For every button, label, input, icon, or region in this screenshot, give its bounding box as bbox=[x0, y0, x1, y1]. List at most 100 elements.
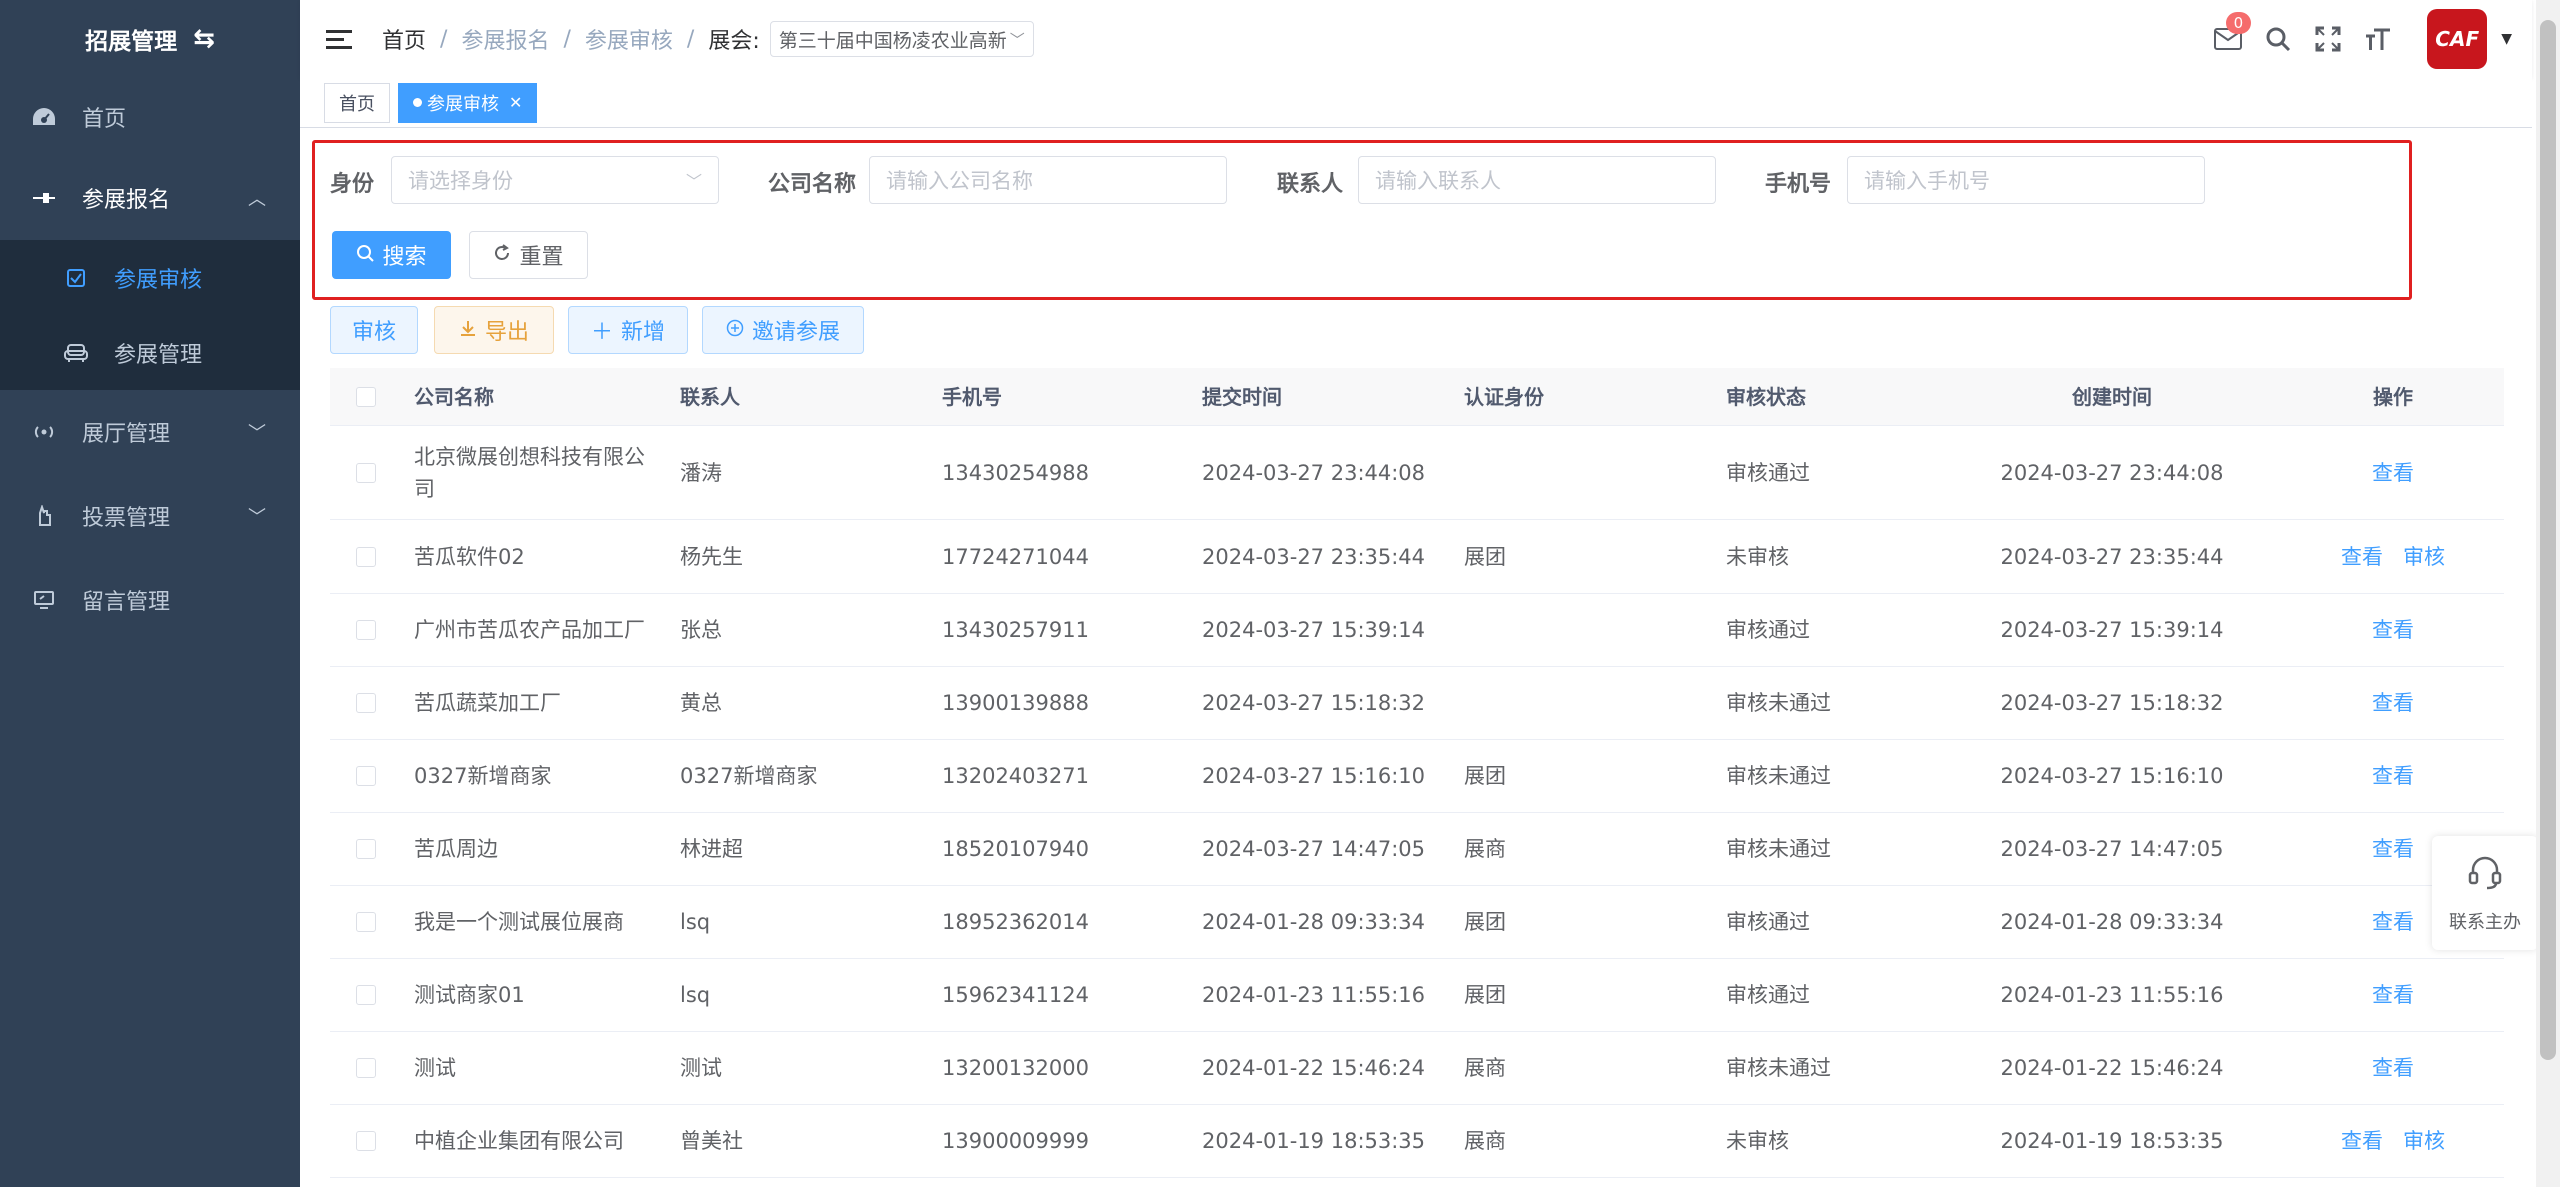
contact-organizer-label: 联系主办 bbox=[2449, 912, 2521, 933]
cell-status: 审核通过 bbox=[1726, 460, 1810, 485]
invite-button[interactable]: 邀请参展 bbox=[702, 306, 864, 354]
row-checkbox[interactable] bbox=[356, 620, 376, 640]
tag-audit[interactable]: 参展审核 ✕ bbox=[398, 82, 538, 123]
row-checkbox[interactable] bbox=[356, 839, 376, 859]
row-checkbox[interactable] bbox=[356, 766, 376, 786]
company-placeholder: 请输入公司名称 bbox=[886, 169, 1033, 193]
search-icon[interactable] bbox=[2253, 26, 2303, 52]
active-dot bbox=[413, 98, 422, 107]
contact-input[interactable]: 请输入联系人 bbox=[1358, 156, 1716, 204]
chevron-down-icon: ﹀ bbox=[685, 172, 702, 191]
row-checkbox[interactable] bbox=[356, 1058, 376, 1078]
company-input[interactable]: 请输入公司名称 bbox=[869, 156, 1227, 204]
cell-status: 审核通过 bbox=[1726, 910, 1810, 934]
view-link[interactable]: 查看 bbox=[2341, 545, 2383, 569]
cell-created: 2024-01-23 11:55:16 bbox=[2000, 983, 2224, 1007]
cell-company: 测试商家01 bbox=[414, 983, 525, 1007]
sidebar-item-exhibit-manage[interactable]: 参展管理 bbox=[0, 315, 300, 390]
plus-circle-icon bbox=[726, 318, 744, 343]
view-link[interactable]: 查看 bbox=[2341, 1129, 2383, 1153]
view-link[interactable]: 查看 bbox=[2372, 910, 2414, 934]
view-link[interactable]: 查看 bbox=[2372, 618, 2414, 642]
view-link[interactable]: 查看 bbox=[2372, 837, 2414, 861]
add-button-label: 新增 bbox=[621, 320, 666, 345]
cell-phone: 18520107940 bbox=[942, 837, 1089, 861]
phone-label: 手机号 bbox=[1765, 172, 1832, 197]
avatar[interactable]: CAF bbox=[2427, 9, 2488, 69]
select-all-checkbox[interactable] bbox=[356, 386, 376, 407]
sidebar-item-label: 参展报名 bbox=[82, 188, 171, 213]
scrollbar-thumb[interactable] bbox=[2540, 20, 2556, 1060]
cell-created: 2024-01-28 09:33:34 bbox=[2000, 910, 2224, 934]
audit-button[interactable]: 审核 bbox=[330, 306, 418, 354]
header-actions: 操作 bbox=[2373, 384, 2413, 409]
table-row: 0327新增商家 0327新增商家 13202403271 2024-03-27 15… bbox=[330, 740, 2504, 813]
phone-input[interactable]: 请输入手机号 bbox=[1847, 156, 2205, 204]
sidebar-item-registration[interactable]: 参展报名 ︿ bbox=[0, 156, 300, 240]
row-checkbox[interactable] bbox=[356, 985, 376, 1005]
contact-placeholder: 请输入联系人 bbox=[1375, 169, 1501, 193]
table-row: 测试 测试 13200132000 2024-01-22 15:46:24 展商 审核未通… bbox=[330, 1032, 2504, 1105]
view-link[interactable]: 查看 bbox=[2372, 764, 2414, 788]
add-button[interactable]: ＋ 新增 bbox=[568, 306, 688, 354]
cell-company: 测试 bbox=[414, 1056, 456, 1080]
cell-contact: 测试 bbox=[680, 1056, 722, 1080]
navbar: 首页 / 参展报名 / 参展审核 / 展会: 第三十届中国杨凌农业高新 ﹀ 0 … bbox=[300, 0, 2532, 78]
cell-submit-time: 2024-03-27 15:39:14 bbox=[1202, 618, 1426, 642]
cell-identity: 展商 bbox=[1464, 1056, 1506, 1080]
sidebar-header[interactable]: 招展管理 ⇆ bbox=[0, 0, 300, 78]
sidebar: 招展管理 ⇆ 首页 参展报名 ︿ 参展审核 参展管理 展厅管理 ﹀ 投票管理 ﹀… bbox=[0, 0, 300, 1187]
view-link[interactable]: 查看 bbox=[2372, 1056, 2414, 1080]
sidebar-item-message[interactable]: 留言管理 bbox=[0, 558, 300, 642]
fullscreen-icon[interactable] bbox=[2303, 26, 2353, 52]
header-contact: 联系人 bbox=[680, 384, 740, 409]
row-checkbox[interactable] bbox=[356, 546, 376, 567]
audit-link[interactable]: 审核 bbox=[2403, 1129, 2445, 1153]
export-button[interactable]: 导出 bbox=[434, 306, 554, 354]
breadcrumb-home[interactable]: 首页 bbox=[382, 23, 426, 55]
caret-down-icon[interactable]: ▼ bbox=[2501, 31, 2512, 47]
monitor-icon bbox=[30, 591, 58, 609]
header-phone: 手机号 bbox=[942, 384, 1002, 409]
header-status: 审核状态 bbox=[1726, 384, 1806, 409]
contact-organizer-button[interactable]: 联系主办 bbox=[2432, 836, 2538, 950]
cell-identity: 展团 bbox=[1464, 983, 1506, 1007]
row-checkbox[interactable] bbox=[356, 1131, 376, 1151]
view-link[interactable]: 查看 bbox=[2372, 461, 2414, 485]
cell-submit-time: 2024-01-22 15:46:24 bbox=[1202, 1056, 1426, 1080]
expo-select[interactable]: 第三十届中国杨凌农业高新 ﹀ bbox=[769, 21, 1034, 57]
page-scrollbar[interactable] bbox=[2536, 0, 2560, 1187]
sidebar-item-home[interactable]: 首页 bbox=[0, 78, 300, 156]
view-link[interactable]: 查看 bbox=[2372, 983, 2414, 1007]
navbar-tools: 0 CAF ▼ bbox=[2203, 0, 2532, 78]
view-link[interactable]: 查看 bbox=[2372, 691, 2414, 715]
sidebar-item-hall[interactable]: 展厅管理 ﹀ bbox=[0, 390, 300, 474]
row-checkbox[interactable] bbox=[356, 912, 376, 932]
cell-phone: 13202403271 bbox=[942, 764, 1089, 788]
hamburger-icon[interactable] bbox=[326, 29, 352, 49]
tag-home[interactable]: 首页 bbox=[324, 82, 390, 123]
sidebar-item-audit[interactable]: 参展审核 bbox=[0, 240, 300, 315]
header-company: 公司名称 bbox=[414, 384, 494, 409]
audit-link[interactable]: 审核 bbox=[2403, 545, 2445, 569]
expo-select-value: 第三十届中国杨凌农业高新 bbox=[778, 29, 1006, 52]
font-size-icon[interactable] bbox=[2353, 26, 2403, 52]
row-checkbox[interactable] bbox=[356, 462, 376, 483]
breadcrumb-audit: 参展审核 bbox=[584, 29, 673, 54]
search-button[interactable]: 搜索 bbox=[332, 231, 451, 279]
cell-status: 审核通过 bbox=[1726, 983, 1810, 1007]
cell-status: 审核未通过 bbox=[1726, 691, 1831, 715]
switch-icon[interactable]: ⇆ bbox=[193, 24, 215, 54]
breadcrumb: 首页 / 参展报名 / 参展审核 / 展会: 第三十届中国杨凌农业高新 ﹀ bbox=[382, 21, 1034, 57]
sofa-icon bbox=[62, 343, 90, 363]
identity-select[interactable]: 请选择身份 ﹀ bbox=[391, 156, 719, 204]
reset-button[interactable]: 重置 bbox=[469, 231, 588, 279]
cell-submit-time: 2024-03-27 15:18:32 bbox=[1202, 691, 1426, 715]
sidebar-item-vote[interactable]: 投票管理 ﹀ bbox=[0, 474, 300, 558]
cell-phone: 13200132000 bbox=[942, 1056, 1089, 1080]
row-checkbox[interactable] bbox=[356, 693, 376, 713]
mail-icon[interactable]: 0 bbox=[2203, 12, 2253, 50]
invite-button-label: 邀请参展 bbox=[751, 320, 840, 345]
sidebar-item-label: 参展管理 bbox=[114, 342, 203, 368]
close-icon[interactable]: ✕ bbox=[509, 93, 522, 112]
